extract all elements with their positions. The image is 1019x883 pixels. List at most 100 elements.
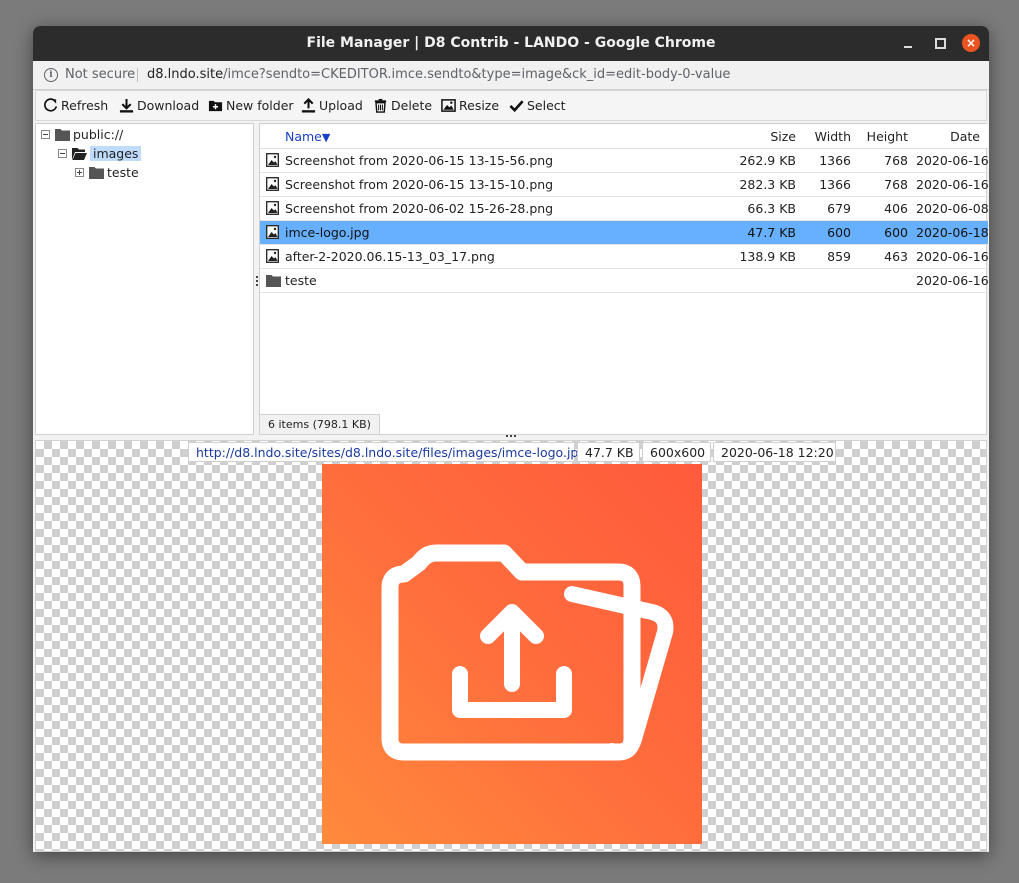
new-folder-label: New folder — [226, 98, 294, 113]
maximize-button[interactable] — [931, 34, 949, 52]
file-width: 679 — [804, 196, 859, 221]
collapse-toggle[interactable] — [58, 149, 67, 158]
table-row-selected[interactable]: imce-logo.jpg 47.7 KB 600 600 2020-06-18 — [260, 220, 988, 245]
file-date: 2020-06-16 — [916, 244, 988, 269]
minimize-button[interactable] — [899, 34, 917, 52]
file-date: 2020-06-08 — [916, 196, 988, 221]
image-preview-pane: http://d8.lndo.site/sites/d8.lndo.site/f… — [35, 440, 987, 852]
tree-label: public:// — [73, 127, 124, 142]
download-icon — [119, 98, 134, 113]
column-header-name[interactable]: Name▼ — [260, 124, 700, 149]
file-name: Screenshot from 2020-06-02 15-26-28.png — [285, 200, 554, 216]
tree-node-teste[interactable]: teste — [75, 164, 139, 182]
file-name-cell: Screenshot from 2020-06-02 15-26-28.png — [260, 196, 700, 221]
image-file-icon — [266, 201, 279, 216]
info-icon[interactable]: i — [44, 68, 58, 82]
file-name-cell: after-2-2020.06.15-13_03_17.png — [260, 244, 700, 269]
window-title: File Manager | D8 Contrib - LANDO - Goog… — [306, 35, 716, 51]
file-date: 2020-06-16 — [916, 268, 988, 293]
refresh-icon — [43, 98, 58, 113]
folder-icon — [55, 128, 70, 141]
table-row[interactable]: Screenshot from 2020-06-02 15-26-28.png … — [260, 196, 988, 221]
file-size: 282.3 KB — [700, 172, 804, 197]
address-bar[interactable]: i Not secure d8.lndo.site/imce?sendto=CK… — [33, 61, 989, 90]
new-folder-icon — [208, 98, 223, 113]
table-row[interactable]: teste 2020-06-16 — [260, 268, 988, 293]
column-header-size[interactable]: Size — [700, 124, 804, 149]
collapse-toggle[interactable] — [41, 130, 50, 139]
refresh-button[interactable]: Refresh — [43, 91, 108, 120]
download-button[interactable]: Download — [119, 91, 199, 120]
file-date: 2020-06-16 — [916, 172, 988, 197]
file-height — [859, 268, 916, 293]
column-header-date[interactable]: Date — [916, 124, 988, 149]
image-file-icon — [266, 249, 279, 264]
url-text[interactable]: d8.lndo.site/imce?sendto=CKEDITOR.imce.s… — [147, 61, 730, 89]
upload-icon — [301, 98, 316, 113]
browser-window: File Manager | D8 Contrib - LANDO - Goog… — [33, 26, 989, 852]
header-row: Name▼ Size Width Height Date — [260, 124, 988, 149]
image-file-icon — [266, 177, 279, 192]
folder-tree: public:// images teste — [35, 123, 254, 435]
file-width: 1366 — [804, 148, 859, 173]
upload-label: Upload — [319, 98, 363, 113]
header-label: Name — [285, 128, 322, 144]
file-name: imce-logo.jpg — [285, 224, 370, 240]
file-list: Name▼ Size Width Height Date Screenshot … — [259, 123, 988, 435]
resize-button[interactable]: Resize — [441, 91, 499, 120]
file-height: 768 — [859, 172, 916, 197]
tree-node-public[interactable]: public:// — [41, 126, 123, 144]
file-name: teste — [285, 273, 317, 288]
tree-label: images — [90, 146, 142, 161]
expand-toggle[interactable] — [75, 168, 84, 177]
preview-dimensions: 600x600 — [642, 442, 711, 462]
file-table: Name▼ Size Width Height Date Screenshot … — [260, 124, 988, 293]
folder-upload-icon — [381, 544, 674, 761]
column-header-width[interactable]: Width — [804, 124, 859, 149]
image-file-icon — [266, 153, 279, 168]
url-host: d8.lndo.site — [147, 67, 224, 82]
preview-size: 47.7 KB — [577, 442, 640, 462]
select-button[interactable]: Select — [509, 91, 566, 120]
security-label[interactable]: Not secure — [65, 61, 135, 89]
file-height: 600 — [859, 220, 916, 245]
tree-node-images[interactable]: images — [58, 145, 142, 163]
file-width: 1366 — [804, 172, 859, 197]
table-row[interactable]: Screenshot from 2020-06-15 13-15-10.png … — [260, 172, 988, 197]
file-date: 2020-06-16 — [916, 148, 988, 173]
select-label: Select — [527, 98, 566, 113]
resize-label: Resize — [459, 98, 500, 113]
title-bar: File Manager | D8 Contrib - LANDO - Goog… — [33, 26, 989, 61]
folder-icon — [266, 274, 281, 287]
delete-button[interactable]: Delete — [373, 91, 432, 120]
tree-label: teste — [107, 165, 139, 180]
file-size — [700, 268, 804, 293]
preview-url[interactable]: http://d8.lndo.site/sites/d8.lndo.site/f… — [188, 442, 586, 462]
file-width: 859 — [804, 244, 859, 269]
open-folder-icon — [72, 147, 87, 160]
file-height: 768 — [859, 148, 916, 173]
file-name-cell: Screenshot from 2020-06-15 13-15-56.png — [260, 148, 700, 173]
table-row[interactable]: Screenshot from 2020-06-15 13-15-56.png … — [260, 148, 988, 173]
file-size: 262.9 KB — [700, 148, 804, 173]
folder-icon — [89, 166, 104, 179]
file-height: 463 — [859, 244, 916, 269]
file-name-cell: Screenshot from 2020-06-15 13-15-10.png — [260, 172, 700, 197]
imce-toolbar: Refresh Download New folder Upload Delet… — [35, 90, 987, 121]
status-bar: 6 items (798.1 KB) — [260, 414, 380, 434]
sort-desc-icon: ▼ — [321, 130, 331, 144]
file-size: 66.3 KB — [700, 196, 804, 221]
new-folder-button[interactable]: New folder — [208, 91, 294, 120]
table-row[interactable]: after-2-2020.06.15-13_03_17.png 138.9 KB… — [260, 244, 988, 269]
file-size: 47.7 KB — [700, 220, 804, 245]
horizontal-splitter[interactable] — [506, 434, 518, 438]
close-button[interactable]: × — [962, 34, 980, 52]
image-file-icon — [266, 225, 279, 240]
upload-button[interactable]: Upload — [301, 91, 363, 120]
file-name: after-2-2020.06.15-13_03_17.png — [285, 248, 495, 264]
file-size: 138.9 KB — [700, 244, 804, 269]
trash-icon — [373, 98, 388, 113]
column-header-height[interactable]: Height — [859, 124, 916, 149]
download-label: Download — [137, 98, 200, 113]
file-name: Screenshot from 2020-06-15 13-15-10.png — [285, 176, 554, 192]
